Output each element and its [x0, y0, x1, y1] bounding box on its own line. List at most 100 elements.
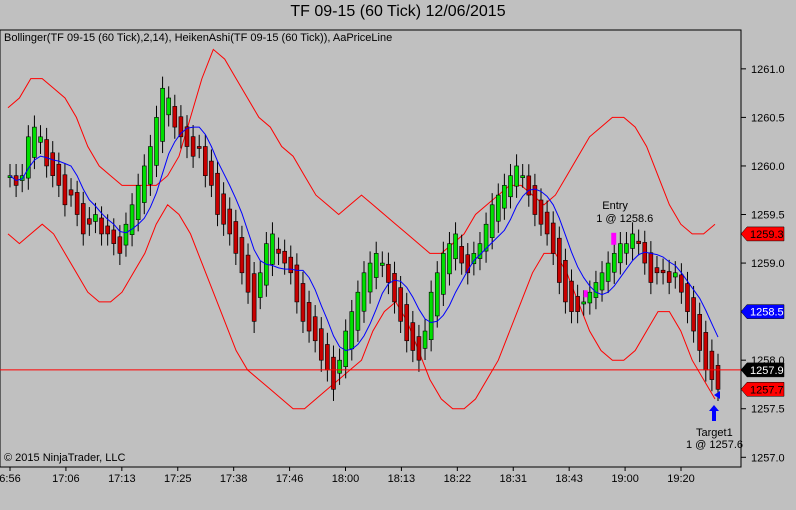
candle[interactable] [666, 259, 672, 295]
candle[interactable] [276, 237, 281, 266]
candle[interactable] [62, 163, 68, 217]
candle[interactable] [697, 302, 702, 363]
candle[interactable] [331, 345, 336, 401]
candle[interactable] [239, 225, 245, 285]
candle[interactable] [526, 164, 532, 207]
candle[interactable] [44, 127, 49, 178]
candle[interactable] [227, 197, 233, 246]
candle[interactable] [593, 270, 599, 310]
candle[interactable] [465, 243, 471, 285]
candle[interactable] [184, 115, 190, 159]
candle[interactable] [538, 188, 544, 236]
candle[interactable] [196, 134, 202, 159]
target-marker[interactable] [714, 391, 720, 400]
candle[interactable] [416, 324, 422, 372]
candle[interactable] [569, 269, 574, 324]
candle[interactable] [257, 261, 263, 310]
candle[interactable] [38, 125, 43, 154]
candle[interactable] [318, 317, 324, 372]
candle[interactable] [74, 180, 80, 227]
candle[interactable] [190, 125, 196, 168]
price-chart[interactable]: 1257.01257.51258.01258.51259.01259.51260… [0, 0, 796, 510]
candle[interactable] [483, 212, 489, 263]
candle[interactable] [203, 134, 208, 188]
candle[interactable] [453, 222, 458, 271]
candle[interactable] [367, 251, 373, 304]
candle[interactable] [245, 243, 251, 304]
candle[interactable] [422, 319, 428, 361]
candle[interactable] [514, 154, 519, 198]
candle[interactable] [599, 261, 605, 302]
candle[interactable] [68, 178, 74, 207]
candle[interactable] [618, 231, 623, 275]
candle[interactable] [87, 207, 92, 236]
candle[interactable] [7, 164, 13, 188]
candle[interactable] [380, 251, 385, 278]
candle[interactable] [605, 251, 611, 294]
candle[interactable] [361, 261, 367, 323]
candle[interactable] [709, 339, 715, 392]
candle[interactable] [398, 275, 403, 333]
candle[interactable] [209, 149, 214, 198]
candle[interactable] [550, 211, 556, 266]
candle[interactable] [306, 290, 312, 343]
candle[interactable] [312, 305, 318, 353]
candle[interactable] [80, 191, 86, 246]
candle[interactable] [544, 200, 550, 246]
candle[interactable] [611, 241, 617, 284]
candle[interactable] [325, 332, 330, 382]
candle[interactable] [373, 241, 379, 290]
candle[interactable] [300, 271, 306, 333]
candle[interactable] [441, 241, 446, 307]
candle[interactable] [648, 241, 654, 295]
candle[interactable] [495, 183, 501, 233]
candle[interactable] [288, 245, 294, 285]
candle[interactable] [123, 212, 129, 257]
candle[interactable] [471, 241, 477, 276]
candle[interactable] [148, 134, 153, 196]
candle[interactable] [26, 125, 31, 190]
candle[interactable] [404, 292, 410, 353]
candle[interactable] [508, 164, 513, 209]
candle[interactable] [392, 261, 397, 314]
candle[interactable] [557, 226, 562, 295]
candle[interactable] [520, 164, 525, 188]
candle[interactable] [624, 231, 629, 265]
candle[interactable] [172, 94, 178, 139]
candle[interactable] [141, 154, 147, 215]
candle[interactable] [386, 252, 391, 295]
candle[interactable] [703, 320, 709, 382]
candle[interactable] [636, 229, 641, 256]
candle[interactable] [410, 310, 416, 363]
candle[interactable] [477, 231, 483, 271]
entry-marker[interactable] [583, 290, 588, 298]
candle[interactable] [575, 284, 580, 324]
candle[interactable] [270, 222, 275, 277]
candle[interactable] [50, 141, 56, 188]
candle[interactable] [428, 280, 434, 352]
candle[interactable] [660, 258, 666, 285]
candle[interactable] [178, 105, 184, 149]
candle[interactable] [349, 299, 355, 361]
candle[interactable] [215, 161, 220, 227]
candle[interactable] [654, 255, 660, 285]
candle[interactable] [154, 105, 159, 178]
candle[interactable] [166, 86, 171, 127]
candle[interactable] [502, 173, 507, 220]
candle[interactable] [691, 285, 696, 343]
candle[interactable] [563, 248, 568, 314]
candle[interactable] [129, 193, 135, 247]
candle[interactable] [355, 280, 361, 342]
candle[interactable] [251, 261, 257, 333]
candle[interactable] [294, 253, 300, 314]
candle[interactable] [630, 222, 635, 261]
candle[interactable] [32, 115, 37, 170]
candle[interactable] [221, 182, 226, 236]
candle[interactable] [434, 261, 440, 328]
candle[interactable] [679, 263, 684, 304]
candle[interactable] [160, 76, 165, 154]
candle[interactable] [56, 152, 62, 198]
entry-marker[interactable] [611, 232, 617, 245]
candle[interactable] [447, 231, 452, 286]
candle[interactable] [233, 209, 239, 266]
